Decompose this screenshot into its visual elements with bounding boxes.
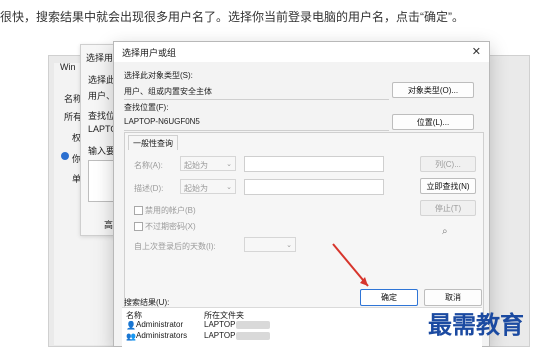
annotation-arrow xyxy=(332,243,369,287)
result-name: Administrator xyxy=(136,320,184,329)
result-folder: LAPTOP xyxy=(204,331,236,340)
group-icon: 👥 xyxy=(126,332,136,341)
table-row[interactable]: 👥 Administrators LAPTOP xyxy=(124,331,480,341)
select-users-dialog: 选择用户或组 ✕ 选择此对象类型(S): 用户、组或内置安全主体 对象类型(O)… xyxy=(113,41,490,347)
name-label: 名称(A): xyxy=(134,161,163,170)
object-type-label: 选择此对象类型(S): xyxy=(124,71,193,80)
description-input[interactable] xyxy=(244,179,384,195)
non-expiring-password-label: 不过期密码(X) xyxy=(145,222,196,231)
object-type-field: 用户、组或内置安全主体 xyxy=(124,87,212,96)
locations-button[interactable]: 位置(L)... xyxy=(392,114,474,130)
chevron-down-icon: ⌄ xyxy=(226,184,232,191)
columns-button[interactable]: 列(C)... xyxy=(420,156,476,172)
days-since-logon-label: 自上次登录后的天数(I): xyxy=(134,242,216,251)
redacted-block xyxy=(236,332,270,340)
description-condition-value: 起始为 xyxy=(184,184,208,193)
stop-button[interactable]: 停止(T) xyxy=(420,200,476,216)
chevron-down-icon: ⌄ xyxy=(286,242,292,249)
location-field: LAPTOP-N6UGF0N5 xyxy=(124,117,200,126)
result-folder: LAPTOP xyxy=(204,320,236,329)
non-expiring-password-checkbox[interactable] xyxy=(134,222,143,231)
name-condition-value: 起始为 xyxy=(184,161,208,170)
description-label: 描述(D): xyxy=(134,184,164,193)
watermark-logo: 最需教育 xyxy=(428,310,524,339)
description-condition-select[interactable]: 起始为 ⌄ xyxy=(180,179,236,194)
background-enter-box[interactable] xyxy=(88,160,116,202)
info-icon xyxy=(61,152,69,160)
object-types-button[interactable]: 对象类型(O)... xyxy=(392,82,474,98)
article-paragraph: 很快，搜索结果中就会出现很多用户名了。选择你当前登录电脑的用户名，点击“确定”。 xyxy=(0,10,464,24)
cancel-button[interactable]: 取消 xyxy=(424,289,482,306)
name-condition-select[interactable]: 起始为 ⌄ xyxy=(180,156,236,171)
search-icon: ⌕ xyxy=(442,226,448,237)
object-type-underline xyxy=(124,99,389,100)
chevron-down-icon: ⌄ xyxy=(226,161,232,168)
disabled-accounts-label: 禁用的帐户(B) xyxy=(145,206,196,215)
table-row[interactable]: 👤 Administrator LAPTOP xyxy=(124,320,480,330)
location-underline xyxy=(124,130,389,131)
name-input[interactable] xyxy=(244,156,384,172)
find-now-button[interactable]: 立即查找(N) xyxy=(420,178,476,194)
dialog-title: 选择用户或组 xyxy=(122,48,177,58)
close-icon[interactable]: ✕ xyxy=(472,45,481,58)
result-name: Administrators xyxy=(136,331,188,340)
tab-general-queries[interactable]: 一般性查询 xyxy=(128,135,178,150)
user-icon: 👤 xyxy=(126,321,136,330)
disabled-accounts-checkbox[interactable] xyxy=(134,206,143,215)
background-tab-label: Win xyxy=(60,62,76,72)
location-label: 查找位置(F): xyxy=(124,103,169,112)
redacted-block xyxy=(236,321,270,329)
days-since-logon-select[interactable]: ⌄ xyxy=(244,237,296,252)
